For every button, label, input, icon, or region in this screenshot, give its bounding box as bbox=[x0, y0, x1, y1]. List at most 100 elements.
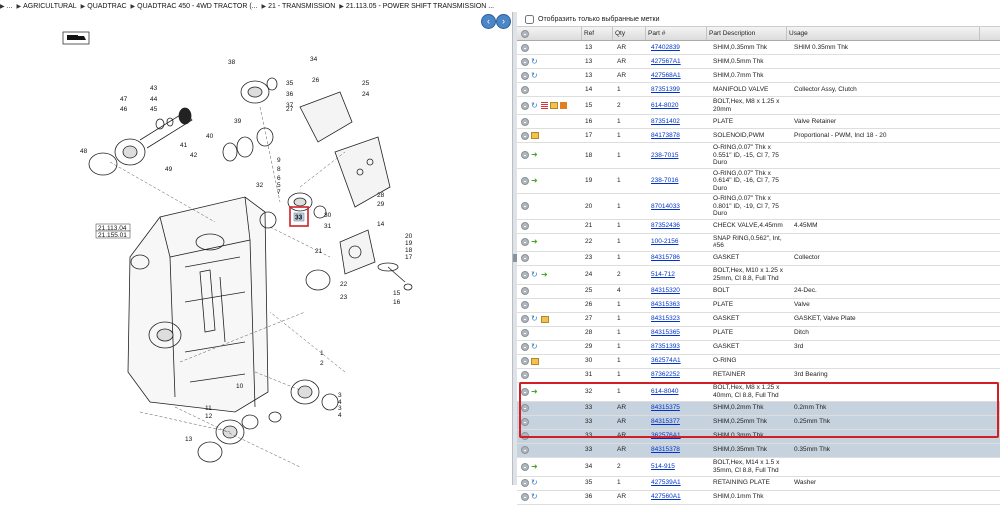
table-row[interactable]: 28 1 84315365 PLATE Ditch bbox=[517, 327, 1000, 341]
add-circle-icon[interactable] bbox=[521, 446, 529, 454]
ref-label[interactable]: 3 bbox=[338, 392, 342, 399]
part-number-link[interactable]: 84315375 bbox=[649, 403, 711, 413]
ref-label[interactable]: 42 bbox=[190, 152, 198, 159]
swap-icon[interactable]: ↻ bbox=[531, 57, 539, 66]
swap-icon[interactable]: ↻ bbox=[531, 101, 539, 110]
note-label-2[interactable]: 21.155.01 bbox=[98, 232, 127, 239]
ref-label[interactable]: 6 bbox=[277, 175, 281, 182]
ref-label[interactable]: 11 bbox=[205, 405, 212, 412]
part-number-link[interactable]: 84315378 bbox=[649, 445, 711, 455]
ref-label[interactable]: 2 bbox=[320, 360, 324, 367]
green-arrow-icon[interactable]: ➜ bbox=[531, 387, 539, 396]
part-number-link[interactable]: 614-8020 bbox=[649, 101, 711, 111]
add-circle-icon[interactable] bbox=[521, 387, 529, 396]
part-number-link[interactable]: 87351393 bbox=[649, 342, 711, 352]
show-selected-only-checkbox[interactable] bbox=[525, 14, 534, 24]
part-number-link[interactable]: 87014033 bbox=[649, 202, 711, 212]
ref-label[interactable]: 34 bbox=[310, 56, 318, 63]
ref-label[interactable]: 19 bbox=[405, 240, 413, 247]
swap-icon[interactable]: ↻ bbox=[531, 315, 539, 323]
table-row[interactable]: 23 1 84315786 GASKET Collector bbox=[517, 252, 1000, 266]
part-number-link[interactable]: 84315377 bbox=[649, 417, 711, 427]
add-circle-icon[interactable] bbox=[521, 71, 529, 80]
header-ref[interactable]: Ref bbox=[582, 27, 613, 40]
add-circle-icon[interactable] bbox=[521, 479, 529, 487]
ref-label[interactable]: 38 bbox=[228, 59, 236, 66]
ref-label[interactable]: 49 bbox=[165, 166, 173, 173]
part-number-link[interactable]: 427560A1 bbox=[649, 492, 711, 502]
swap-icon[interactable]: ↻ bbox=[531, 479, 539, 487]
swap-icon[interactable]: ↻ bbox=[531, 493, 539, 501]
note-icon[interactable] bbox=[541, 315, 549, 323]
ref-label[interactable]: 5 bbox=[277, 182, 281, 189]
table-row[interactable]: ↻ 27 1 84315323 GASKET GASKET, Valve Plate bbox=[517, 313, 1000, 327]
table-row[interactable]: 16 1 87351402 PLATE Valve Retainer bbox=[517, 115, 1000, 129]
ref-label[interactable]: 18 bbox=[405, 247, 413, 254]
ref-label[interactable]: 8 bbox=[277, 166, 281, 173]
ref-label[interactable]: 32 bbox=[256, 182, 264, 189]
part-number-link[interactable]: 47402839 bbox=[649, 43, 711, 53]
ref-label[interactable]: 40 bbox=[206, 133, 214, 140]
part-number-link[interactable]: 614-8040 bbox=[649, 387, 711, 397]
table-row[interactable]: 33 AR 362576A1 SHIM,0.3mm Thk bbox=[517, 429, 1000, 444]
truck-icon[interactable] bbox=[62, 31, 90, 45]
header-part[interactable]: Part # bbox=[646, 27, 707, 40]
add-circle-icon[interactable] bbox=[521, 176, 529, 185]
ref-label[interactable]: 48 bbox=[80, 148, 88, 155]
add-circle-icon[interactable] bbox=[521, 418, 529, 426]
ref-label[interactable]: 15 bbox=[393, 290, 401, 297]
part-number-link[interactable]: 238-7016 bbox=[649, 176, 711, 186]
part-number-link[interactable]: 100-2156 bbox=[649, 237, 711, 247]
table-row[interactable]: ↻ 36 AR 427560A1 SHIM,0.1mm Thk bbox=[517, 491, 1000, 505]
breadcrumb-item[interactable]: QUADTRAC 450 - 4WD TRACTOR (... bbox=[137, 3, 257, 10]
add-circle-icon[interactable] bbox=[521, 202, 529, 211]
ref-label[interactable]: 36 bbox=[286, 91, 294, 98]
breadcrumb-item[interactable]: QUADTRAC bbox=[87, 3, 126, 10]
table-row[interactable]: ➜ 34 2 514-915 BOLT,Hex, M14 x 1.5 x 35mm, C… bbox=[517, 458, 1000, 477]
ref-label[interactable]: 33 bbox=[295, 214, 303, 221]
ref-label[interactable]: 28 bbox=[377, 192, 385, 199]
breadcrumb-item[interactable]: ... bbox=[7, 3, 13, 10]
ref-label[interactable]: 4 bbox=[338, 412, 342, 419]
header-qty[interactable]: Qty bbox=[613, 27, 646, 40]
table-row[interactable]: ➜ 22 1 100-2156 SNAP RING,0.562", Int, #56 bbox=[517, 234, 1000, 252]
part-number-link[interactable]: 514-915 bbox=[649, 462, 711, 472]
table-row[interactable]: 33 AR 84315377 SHIM,0.25mm Thk 0.25mm Thk bbox=[517, 415, 1000, 430]
ref-label[interactable]: 3 bbox=[338, 405, 342, 412]
swap-icon[interactable]: ↻ bbox=[531, 270, 539, 279]
ref-label[interactable]: 29 bbox=[377, 201, 385, 208]
add-circle-icon[interactable] bbox=[521, 301, 529, 309]
ref-label[interactable]: 10 bbox=[236, 383, 244, 390]
table-row[interactable]: 25 4 84315320 BOLT 24-Dec. bbox=[517, 285, 1000, 299]
green-arrow-icon[interactable]: ➜ bbox=[531, 151, 539, 159]
table-row[interactable]: 30 1 362574A1 O-RING bbox=[517, 355, 1000, 369]
add-circle-icon[interactable] bbox=[521, 117, 529, 126]
ref-label[interactable]: 1 bbox=[320, 350, 324, 357]
part-number-link[interactable]: 87351402 bbox=[649, 117, 711, 127]
table-row[interactable]: ➜ 19 1 238-7016 O-RING,0.07" Thk x 0.614" ID… bbox=[517, 169, 1000, 194]
ref-label[interactable]: 31 bbox=[324, 223, 332, 230]
green-arrow-icon[interactable]: ➜ bbox=[531, 238, 539, 246]
note-icon[interactable] bbox=[531, 357, 539, 365]
add-circle-icon[interactable] bbox=[521, 462, 529, 471]
add-circle-icon[interactable] bbox=[521, 287, 529, 295]
table-row[interactable]: ↻ 13 AR 427568A1 SHIM,0.7mm Thk bbox=[517, 69, 1000, 83]
add-circle-icon[interactable] bbox=[521, 131, 529, 140]
ref-label[interactable]: 45 bbox=[150, 106, 158, 113]
table-row[interactable]: ↻ ➜ 24 2 514-712 BOLT,Hex, M10 x 1.25 x 25mm,… bbox=[517, 266, 1000, 285]
table-row[interactable]: 33 AR 84315375 SHIM,0.2mm Thk 0.2mm Thk bbox=[517, 401, 1000, 416]
green-arrow-icon[interactable]: ➜ bbox=[541, 270, 549, 279]
part-number-link[interactable]: 427568A1 bbox=[649, 71, 711, 81]
part-number-link[interactable]: 362574A1 bbox=[649, 356, 711, 366]
ref-label[interactable]: 17 bbox=[405, 254, 413, 261]
table-row[interactable]: 31 1 87362252 RETAINER 3rd Bearing bbox=[517, 369, 1000, 383]
add-circle-icon[interactable] bbox=[521, 85, 529, 94]
ref-label[interactable]: 7 bbox=[277, 189, 281, 196]
add-circle-icon[interactable] bbox=[521, 29, 529, 38]
part-number-link[interactable]: 84315365 bbox=[649, 328, 711, 338]
part-number-link[interactable]: 427539A1 bbox=[649, 478, 711, 488]
header-description[interactable]: Part Description bbox=[707, 27, 787, 40]
add-circle-icon[interactable] bbox=[521, 101, 529, 110]
breadcrumb-home-icon[interactable]: ▶ bbox=[0, 3, 5, 10]
part-number-link[interactable]: 84173878 bbox=[649, 131, 711, 141]
